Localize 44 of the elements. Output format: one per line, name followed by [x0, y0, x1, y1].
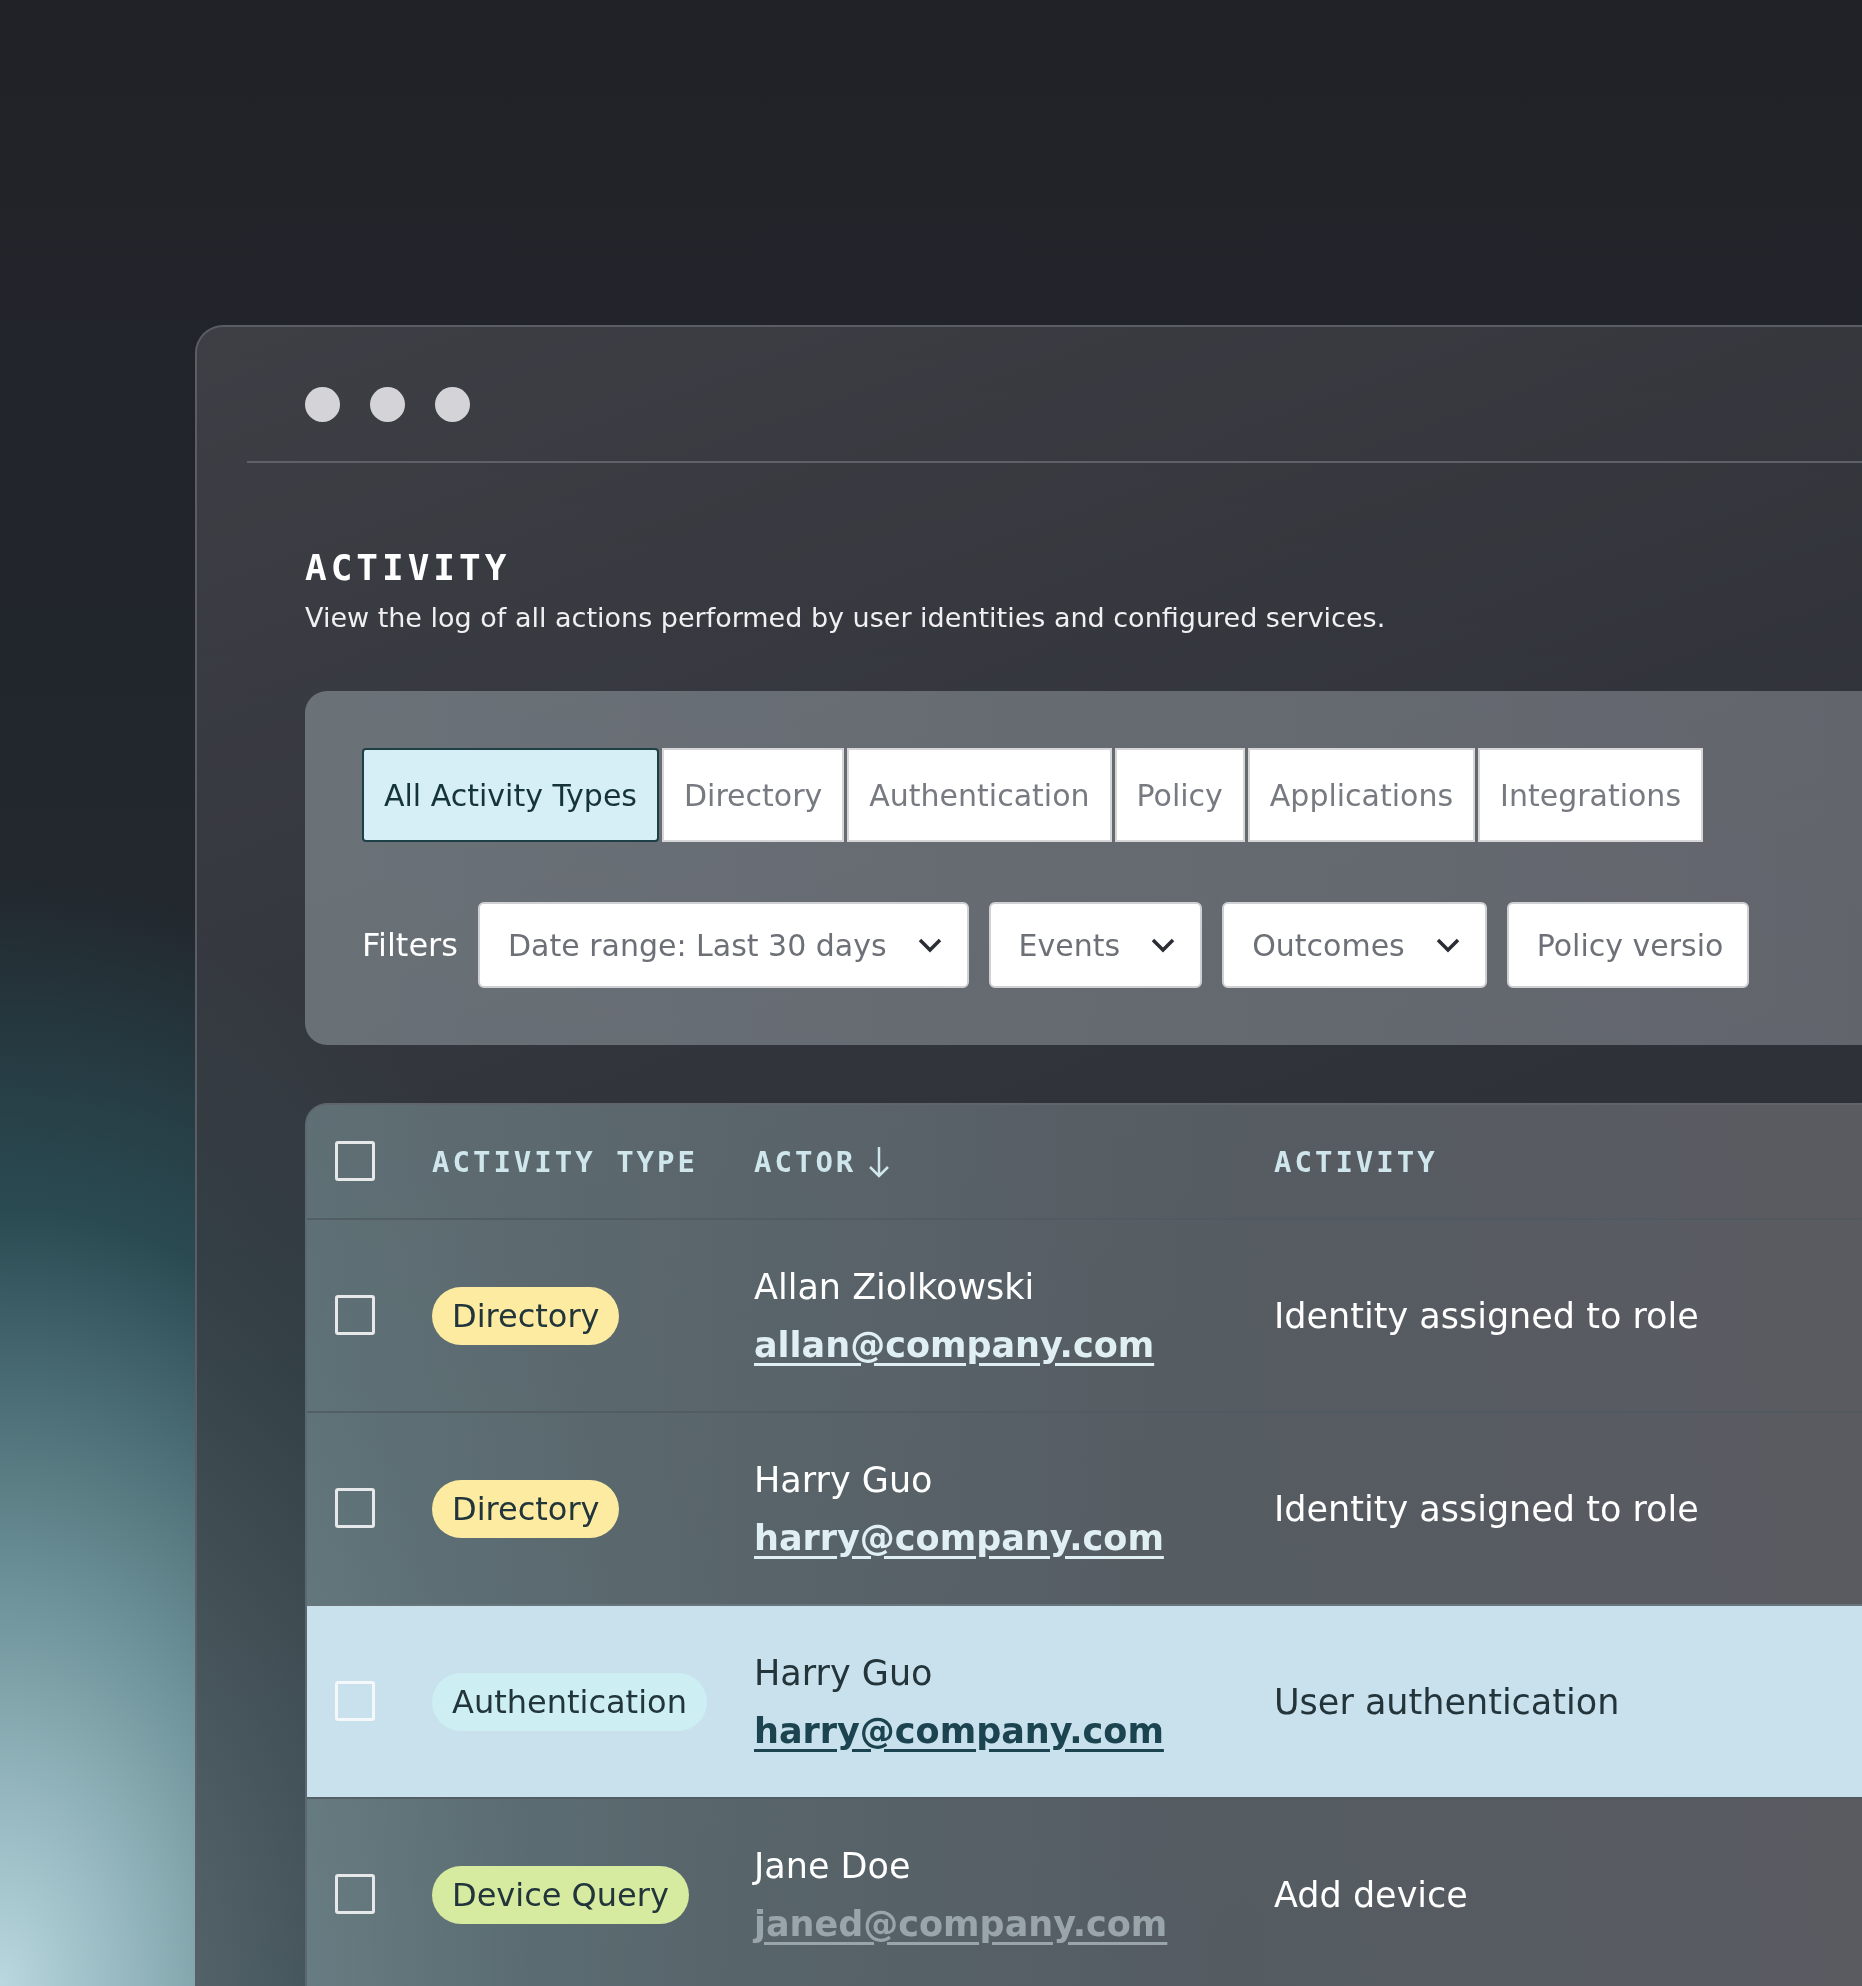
row-checkbox[interactable]	[335, 1488, 375, 1528]
table-row[interactable]: Authentication Harry Guo harry@company.com User authentication	[307, 1604, 1862, 1797]
table-row[interactable]: Directory Allan Ziolkowski allan@company.com Identity assigned to role	[307, 1218, 1862, 1411]
actor-name: Jane Doe	[754, 1845, 912, 1886]
activity-type-tab[interactable]: Integrations	[1478, 748, 1703, 842]
actor-email-link[interactable]: harry@company.com	[754, 1517, 1164, 1558]
table-row[interactable]: Device Query Jane Doe janed@company.com Add device	[307, 1797, 1862, 1986]
actor-email-link[interactable]: harry@company.com	[754, 1710, 1164, 1751]
filter-dropdown[interactable]: Policy versio	[1506, 902, 1750, 988]
activity-type-tab[interactable]: Policy	[1114, 748, 1245, 842]
activity-type-tag: Directory	[432, 1479, 620, 1538]
actor-name: Allan Ziolkowski	[754, 1266, 1036, 1307]
window-control-dot[interactable]	[370, 387, 405, 422]
activity-text: Identity assigned to role	[1274, 1488, 1700, 1529]
column-header[interactable]: ACTIVITY	[1274, 1144, 1862, 1179]
row-checkbox[interactable]	[335, 1874, 375, 1914]
activity-text: User authentication	[1274, 1681, 1621, 1722]
caret-icon	[1434, 937, 1461, 953]
activity-text: Identity assigned to role	[1274, 1295, 1700, 1336]
caret-icon	[1150, 937, 1177, 953]
filters-label: Filters	[362, 926, 458, 964]
activity-type-tag: Device Query	[432, 1865, 689, 1924]
actor-name: Harry Guo	[754, 1459, 934, 1500]
filter-dropdown[interactable]: Outcomes	[1222, 902, 1487, 988]
column-header[interactable]: ACTIVITY TYPE	[432, 1144, 754, 1179]
caret-icon	[916, 937, 943, 953]
window-control-dot[interactable]	[435, 387, 470, 422]
filter-dropdown[interactable]: Events	[988, 902, 1203, 988]
activity-text: Add device	[1274, 1874, 1469, 1915]
column-header[interactable]: ACTOR	[754, 1144, 1274, 1179]
activity-type-tab[interactable]: Applications	[1247, 748, 1476, 842]
activity-type-tag: Directory	[432, 1286, 620, 1345]
activity-type-tab[interactable]: Authentication	[847, 748, 1112, 842]
actor-email-link[interactable]: allan@company.com	[754, 1324, 1155, 1365]
filter-dropdown[interactable]: Date range: Last 30 days	[477, 902, 969, 988]
page-title: ACTIVITY	[305, 547, 512, 588]
page-subtitle: View the log of all actions performed by user identities and configured services.	[305, 602, 1387, 633]
row-checkbox[interactable]	[335, 1295, 375, 1335]
actor-name: Harry Guo	[754, 1652, 934, 1693]
select-all-checkbox[interactable]	[335, 1141, 375, 1181]
activity-type-tab[interactable]: All Activity Types	[362, 748, 659, 842]
activity-type-tag: Authentication	[432, 1672, 707, 1731]
window-control-dot[interactable]	[305, 387, 340, 422]
activity-type-tab[interactable]: Directory	[662, 748, 845, 842]
